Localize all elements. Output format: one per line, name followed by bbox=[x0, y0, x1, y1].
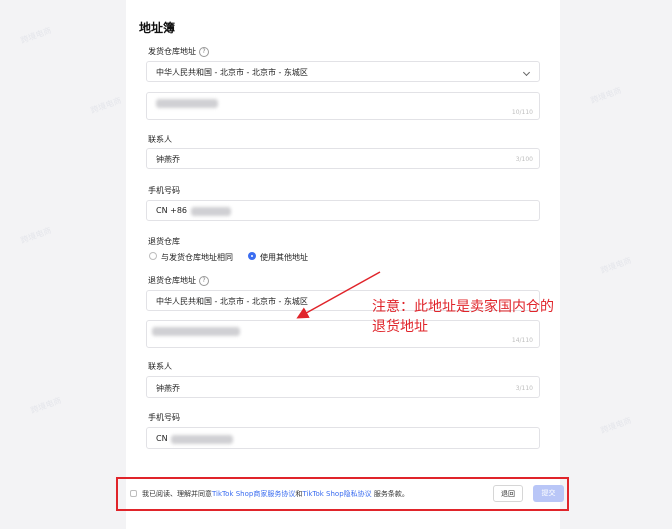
annotation-line-2: 退货地址 bbox=[372, 319, 428, 335]
agreement-text: 我已阅读、理解并同意TikTok Shop商家服务协议和TikTok Shop隐… bbox=[142, 490, 409, 498]
annotation-arrow bbox=[296, 271, 381, 319]
back-button[interactable]: 退回 bbox=[493, 485, 523, 502]
privacy-agreement-link[interactable]: TikTok Shop隐私协议 bbox=[302, 490, 371, 498]
merchant-agreement-link[interactable]: TikTok Shop商家服务协议 bbox=[212, 490, 295, 498]
annotation-note: 注意：此地址是卖家国内仓的 退货地址 bbox=[372, 297, 554, 337]
annotation-line-1: 注意：此地址是卖家国内仓的 bbox=[372, 299, 554, 315]
agree-checkbox[interactable] bbox=[130, 490, 137, 497]
submit-button[interactable]: 提交 bbox=[533, 485, 564, 502]
